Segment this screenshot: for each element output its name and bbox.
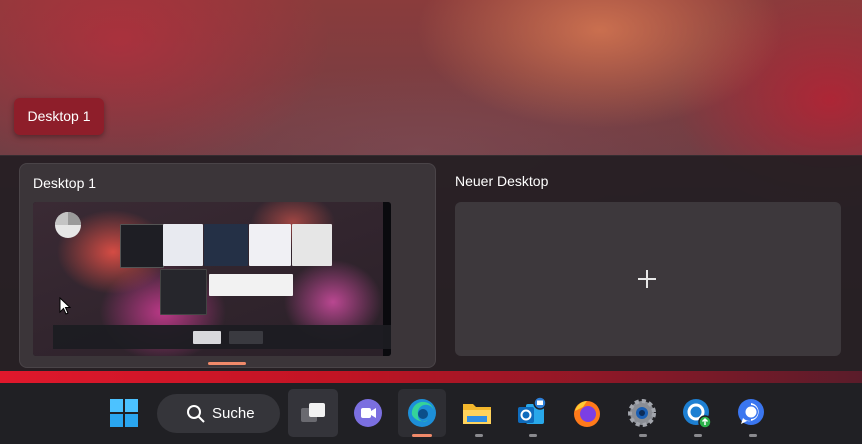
- teams-chat-icon[interactable]: [348, 393, 388, 433]
- running-indicator: [749, 434, 757, 437]
- edge-browser-icon[interactable]: [402, 393, 442, 433]
- running-indicator: [529, 434, 537, 437]
- running-indicator: [694, 434, 702, 437]
- desktop-card-1-label[interactable]: Desktop 1: [33, 175, 96, 191]
- file-explorer-icon[interactable]: [457, 393, 497, 433]
- desktop-name-tooltip: Desktop 1: [14, 98, 104, 135]
- mini-window: [292, 224, 332, 266]
- recycle-bin-icon: [55, 212, 81, 238]
- search-label: Suche: [212, 405, 255, 422]
- new-desktop-label[interactable]: Neuer Desktop: [455, 173, 548, 189]
- outlook-icon[interactable]: [511, 393, 551, 433]
- mini-window: [204, 224, 248, 266]
- plus-icon[interactable]: [637, 269, 657, 289]
- active-app-indicator: [412, 434, 432, 437]
- running-indicator: [639, 434, 647, 437]
- mini-window: [120, 224, 164, 268]
- settings-icon[interactable]: [622, 393, 662, 433]
- mini-window: [209, 274, 293, 296]
- wallpaper-strip: [0, 371, 862, 383]
- task-view-icon[interactable]: [293, 393, 333, 433]
- mini-window: [249, 224, 291, 266]
- mini-window: [160, 269, 207, 315]
- ccleaner-icon[interactable]: [677, 393, 717, 433]
- windows-start-icon[interactable]: [104, 393, 144, 433]
- active-desktop-indicator: [208, 362, 246, 365]
- desktop-1-thumbnail[interactable]: [33, 202, 391, 356]
- firefox-icon[interactable]: [567, 393, 607, 433]
- cursor-icon: [59, 297, 71, 315]
- search-icon: [187, 405, 205, 423]
- mini-window: [163, 224, 203, 266]
- mini-taskbar: [53, 325, 391, 349]
- search-box[interactable]: Suche: [157, 394, 280, 433]
- signal-icon[interactable]: [731, 393, 771, 433]
- mini-taskbar-item: [229, 331, 263, 344]
- running-indicator: [475, 434, 483, 437]
- mini-taskbar-item: [193, 331, 221, 344]
